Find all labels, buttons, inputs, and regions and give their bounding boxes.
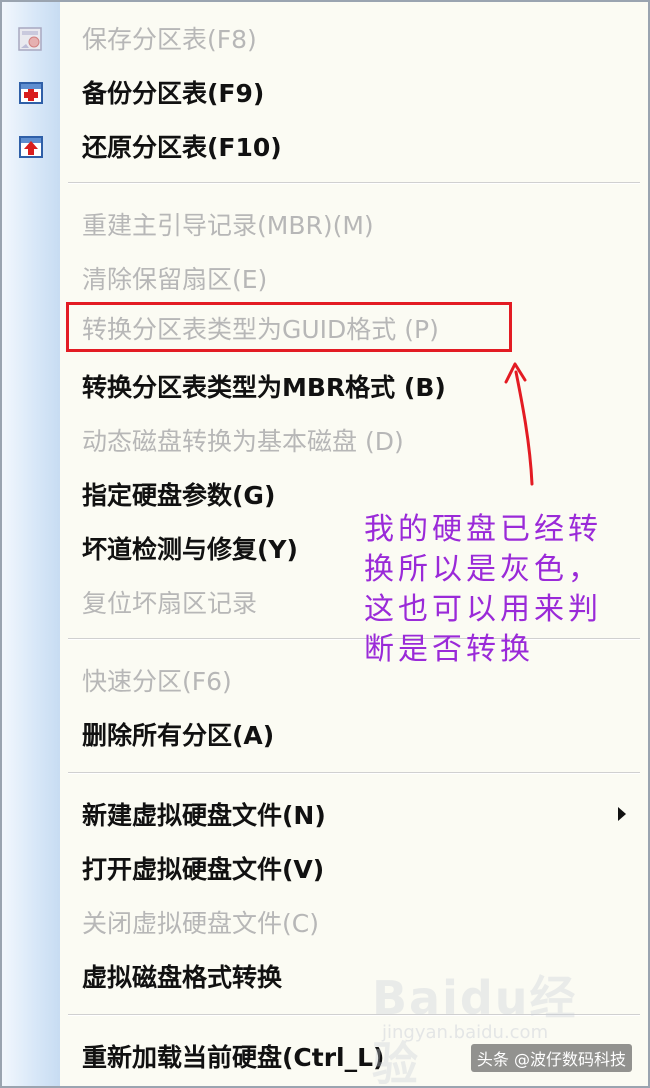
- annotation-note: 我的硬盘已经转换所以是灰色，这也可以用来判断是否转换: [364, 512, 602, 667]
- source-credit: 头条 @波仔数码科技: [470, 1044, 632, 1072]
- watermark-url: jingyan.baidu.com: [382, 1022, 549, 1043]
- context-menu: 保存分区表(F8) 备份分区表(F9) 还原分区表(F10) 重建主引导记录(M…: [0, 0, 650, 1088]
